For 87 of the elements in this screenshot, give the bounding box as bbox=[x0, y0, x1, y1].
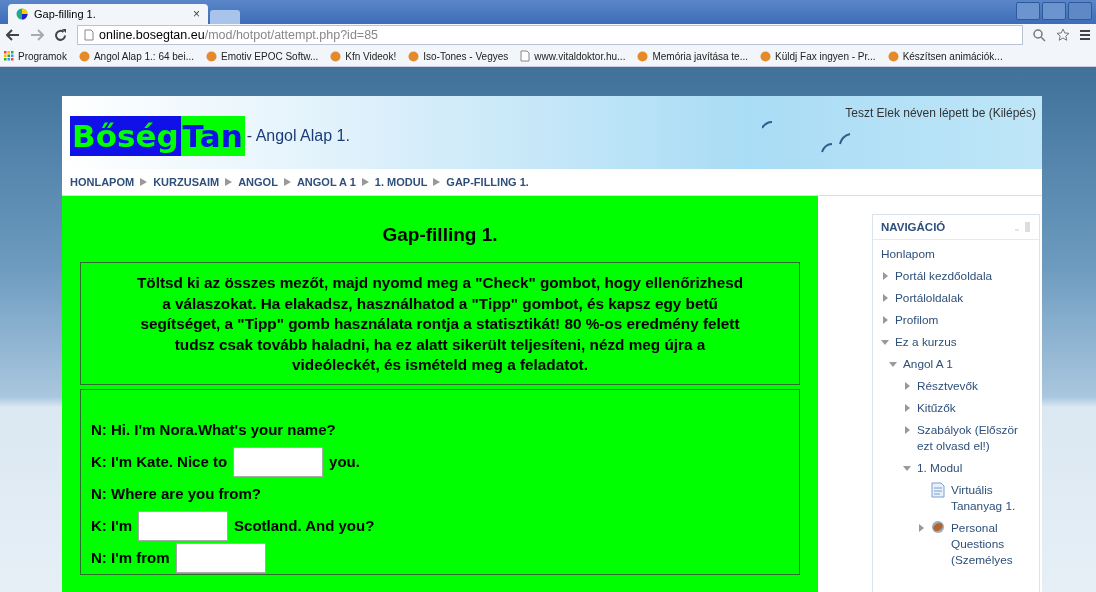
collapsed-arrow-icon[interactable] bbox=[881, 272, 889, 280]
expanded-arrow-icon[interactable] bbox=[903, 464, 911, 472]
browser-tab[interactable]: Gap-filling 1. × bbox=[8, 4, 208, 24]
logo-text: Tan bbox=[180, 116, 245, 156]
navigation-link[interactable]: Angol A 1 bbox=[903, 356, 953, 372]
document-icon bbox=[931, 482, 945, 498]
bookmark-link[interactable]: Iso-Tones - Vegyes bbox=[408, 50, 509, 62]
page-icon bbox=[520, 50, 531, 62]
breadcrumb-link[interactable]: HONLAPOM bbox=[70, 176, 135, 188]
collapsed-arrow-icon[interactable] bbox=[881, 294, 889, 302]
bookmark-link[interactable]: www.vitaldoktor.hu... bbox=[520, 50, 626, 62]
breadcrumb-link[interactable]: ANGOL A 1 bbox=[296, 176, 356, 188]
gap-input-field[interactable] bbox=[233, 446, 324, 477]
logo-text: Bőség bbox=[70, 116, 181, 156]
instructions-text: Töltsd ki az összes mezőt, majd nyomd meg a "Check" gombot, hogy ellenőrizhesd a válaszokat. Ha elakadsz, használhatod a "Tipp" gombot, és kapsz egy betű segítséget, a "Tipp" gomb használata rontja a statisztikát! 80 %-os eredmény felett tudsz csak tovább haladni, ha ez alatt sikerült teljesíteni, nézd meg újra a videóleckét, és ismételd meg a feladatot. bbox=[135, 273, 745, 375]
navigation-link[interactable]: Portáloldalak bbox=[895, 290, 964, 306]
separator-arrow-icon bbox=[361, 178, 369, 186]
navigation-link[interactable]: Personal Questions (Személyes bbox=[951, 520, 1031, 568]
site-favicon-icon bbox=[78, 50, 90, 62]
navigation-link[interactable]: Ez a kurzus bbox=[895, 334, 957, 350]
login-status: Teszt Elek néven lépett be (Kilépés) bbox=[845, 105, 1037, 122]
url-host: online.bosegtan.eu bbox=[99, 28, 205, 42]
navigation-link[interactable]: Honlapom bbox=[881, 246, 935, 262]
navigation-link[interactable]: Szabályok (Először ezt olvasd el!) bbox=[917, 422, 1031, 454]
bookmark-link[interactable]: Kfn Videok! bbox=[330, 50, 397, 62]
bookmark-link[interactable]: Angol Alap 1.: 64 bei... bbox=[78, 50, 194, 62]
bookmark-link[interactable]: Memória javítása te... bbox=[637, 50, 748, 62]
separator-arrow-icon bbox=[225, 178, 233, 186]
site-favicon-icon bbox=[887, 50, 899, 62]
url-path: /mod/hotpot/attempt.php?id=85 bbox=[204, 28, 379, 42]
breadcrumb-link[interactable]: ANGOL bbox=[238, 176, 278, 188]
collapsed-arrow-icon[interactable] bbox=[903, 426, 911, 434]
separator-arrow-icon bbox=[433, 178, 441, 186]
menu-icon[interactable] bbox=[1080, 29, 1090, 41]
block-title: NAVIGÁCIÓ bbox=[881, 221, 946, 233]
dialogue-text: you. bbox=[329, 453, 360, 470]
collapsed-arrow-icon[interactable] bbox=[903, 382, 911, 390]
dialogue-text: Scotland. And you? bbox=[234, 517, 375, 534]
breadcrumb-link[interactable]: KURZUSAIM bbox=[153, 176, 220, 188]
bookmark-link[interactable]: Programok bbox=[4, 50, 67, 62]
navigation-link[interactable]: Résztvevők bbox=[917, 378, 978, 394]
dialogue-text: N: Hi. I'm Nora.What's your name? bbox=[91, 421, 336, 438]
separator-arrow-icon bbox=[140, 178, 148, 186]
expanded-arrow-icon[interactable] bbox=[889, 360, 897, 368]
tab-title: Gap-filling 1. bbox=[34, 8, 97, 20]
apps-grid-icon bbox=[4, 51, 14, 61]
exercise-title: Gap-filling 1. bbox=[381, 224, 499, 246]
page-icon bbox=[84, 29, 94, 41]
dialogue-text: K: I'm Kate. Nice to bbox=[91, 453, 228, 470]
gap-input-field[interactable] bbox=[175, 542, 266, 573]
separator-arrow-icon bbox=[283, 178, 291, 186]
site-favicon-icon bbox=[16, 8, 28, 20]
dialogue-text: N: Where are you from? bbox=[91, 485, 262, 502]
bookmark-link[interactable]: Készítsen animációk... bbox=[887, 50, 1003, 62]
reload-icon[interactable] bbox=[54, 28, 67, 42]
zoom-icon[interactable] bbox=[1033, 28, 1046, 42]
breadcrumb-link[interactable]: GAP-FILLING 1. bbox=[446, 176, 529, 188]
minimize-button[interactable] bbox=[1016, 2, 1040, 20]
site-favicon-icon bbox=[408, 50, 420, 62]
collapsed-arrow-icon[interactable] bbox=[881, 316, 889, 324]
close-button[interactable] bbox=[1068, 2, 1092, 20]
forward-arrow-icon[interactable] bbox=[30, 29, 44, 41]
navigation-link[interactable]: Profilom bbox=[895, 312, 939, 328]
collapsed-arrow-icon[interactable] bbox=[917, 524, 925, 532]
maximize-button[interactable] bbox=[1042, 2, 1066, 20]
site-favicon-icon bbox=[637, 50, 649, 62]
bookmark-link[interactable]: Küldj Fax ingyen - Pr... bbox=[760, 50, 876, 62]
hot-potato-icon bbox=[931, 520, 945, 534]
navigation-link[interactable]: Virtuális Tananyag 1. bbox=[951, 482, 1031, 514]
navigation-link[interactable]: 1. Modul bbox=[917, 460, 963, 476]
breadcrumb-link[interactable]: 1. MODUL bbox=[374, 176, 428, 188]
collapsed-arrow-icon[interactable] bbox=[903, 404, 911, 412]
tab-close-button[interactable]: × bbox=[193, 7, 200, 21]
dialogue-text: N: I'm from bbox=[91, 549, 170, 566]
star-icon[interactable] bbox=[1056, 28, 1070, 42]
address-field[interactable]: online.bosegtan.eu/mod/hotpot/attempt.php?id=85 bbox=[77, 25, 1023, 45]
site-favicon-icon bbox=[206, 50, 217, 62]
site-favicon-icon bbox=[330, 50, 342, 62]
dialogue-text: K: I'm bbox=[91, 517, 133, 534]
navigation-link[interactable]: Kitűzők bbox=[917, 400, 956, 416]
bookmark-link[interactable]: Emotiv EPOC Softw... bbox=[206, 50, 319, 62]
gap-input-field[interactable] bbox=[138, 510, 229, 541]
site-favicon-icon bbox=[760, 50, 771, 62]
course-subtitle: - Angol Alap 1. bbox=[246, 127, 350, 145]
expanded-arrow-icon[interactable] bbox=[881, 338, 889, 346]
back-arrow-icon[interactable] bbox=[6, 29, 20, 41]
navigation-link[interactable]: Portál kezdőoldala bbox=[895, 268, 993, 284]
